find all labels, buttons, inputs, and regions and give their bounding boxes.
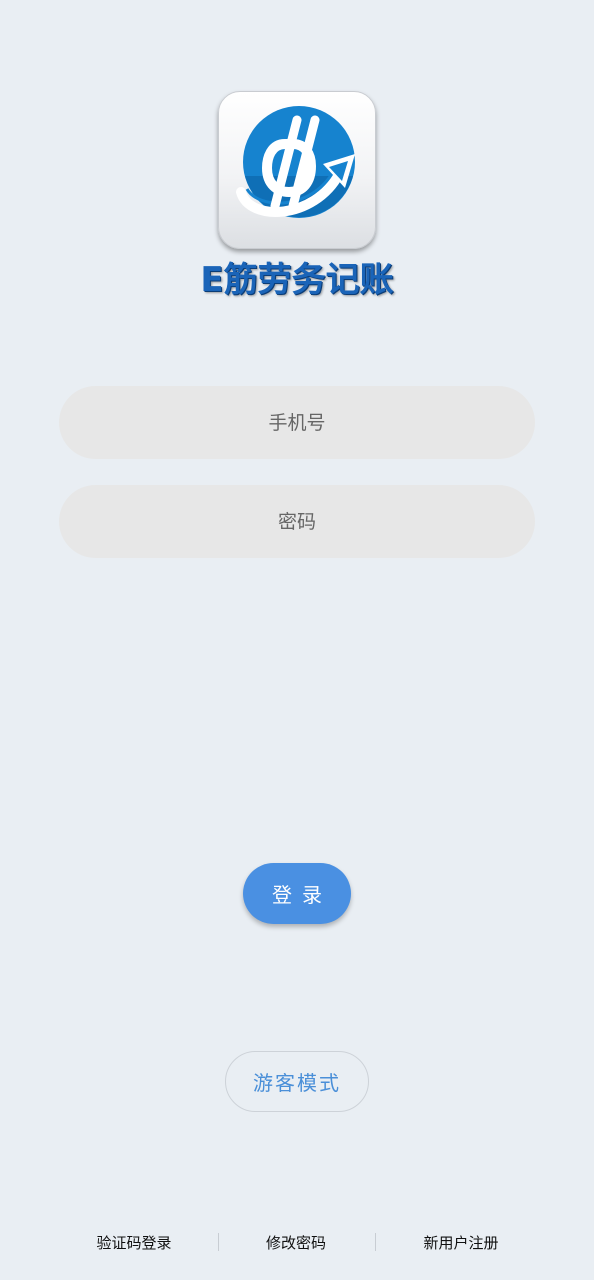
phone-field[interactable] <box>59 385 535 460</box>
register-link[interactable]: 新用户注册 <box>383 1228 539 1258</box>
phone-input[interactable] <box>59 385 535 460</box>
app-title: E筋劳务记账 <box>200 260 394 300</box>
login-button[interactable]: 登录 <box>243 863 351 924</box>
app-logo <box>218 91 376 249</box>
change-password-link[interactable]: 修改密码 <box>218 1228 374 1258</box>
app-logo-tile <box>218 91 376 249</box>
password-field[interactable] <box>59 484 535 559</box>
guest-mode-button[interactable]: 游客模式 <box>225 1051 369 1112</box>
password-input[interactable] <box>59 484 535 559</box>
currency-growth-logo-icon <box>236 106 355 218</box>
sms-code-login-link[interactable]: 验证码登录 <box>56 1228 212 1258</box>
footer-divider <box>375 1233 376 1251</box>
footer-links: 验证码登录 修改密码 新用户注册 <box>0 1228 594 1258</box>
